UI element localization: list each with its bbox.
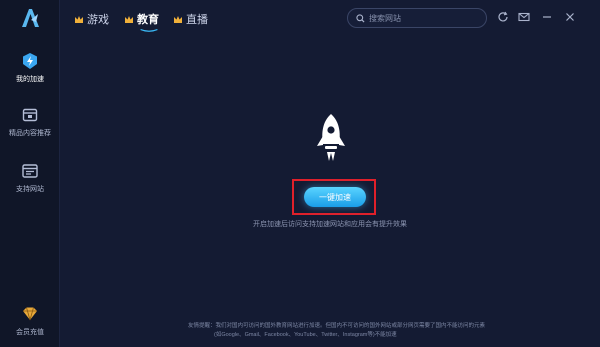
tab-games[interactable]: 游戏 xyxy=(74,11,109,27)
sidebar-item-label: 支持网站 xyxy=(16,186,44,193)
main-panel: 一键加速 开启加速后访问支持加速网站和应用会有提升效果 友情提醒：我们对国内可访… xyxy=(60,36,600,347)
one-click-accelerate-button[interactable]: 一键加速 xyxy=(304,187,366,207)
browser-window-icon xyxy=(22,164,38,178)
topbar: 游戏 教育 直播 xyxy=(60,0,600,36)
crown-icon xyxy=(75,15,83,23)
search-icon xyxy=(356,13,365,23)
minimize-icon[interactable] xyxy=(541,11,553,23)
member-recharge-label: 会员充值 xyxy=(16,329,44,336)
diamond-icon xyxy=(23,307,37,321)
notice-line: (如Google、Gmail、Facebook、YouTube、Twitter、… xyxy=(214,332,397,338)
crown-icon xyxy=(125,15,133,23)
crown-icon xyxy=(174,15,182,23)
member-recharge-button[interactable]: 会员充值 xyxy=(0,305,60,337)
sidebar-item-supported-sites[interactable]: 支持网站 xyxy=(0,162,60,194)
mail-icon[interactable] xyxy=(518,11,530,23)
bolt-shield-icon xyxy=(23,53,37,69)
accelerate-tip: 开启加速后访问支持加速网站和应用会有提升效果 xyxy=(253,221,407,228)
logo-icon xyxy=(22,9,39,27)
active-tab-indicator xyxy=(140,29,158,32)
notice-text: 友情提醒：我们对国内可访问的国外教育网站进行加速。但国内不可访问的国外网站或部分… xyxy=(188,322,588,340)
tab-label: 直播 xyxy=(186,14,208,26)
box-icon xyxy=(22,108,38,122)
sidebar-item-featured-content[interactable]: 精品内容推荐 xyxy=(0,106,60,138)
sidebar-item-label: 我的加速 xyxy=(16,76,44,83)
tab-label: 教育 xyxy=(137,14,159,26)
sidebar: 我的加速 精品内容推荐 支持网站 会员充值 xyxy=(0,0,60,347)
sidebar-item-my-acceleration[interactable]: 我的加速 xyxy=(0,46,60,88)
rocket-icon xyxy=(317,114,345,161)
tab-live[interactable]: 直播 xyxy=(173,11,208,27)
tab-label: 游戏 xyxy=(87,14,109,26)
tab-education[interactable]: 教育 xyxy=(124,11,159,32)
search-box[interactable] xyxy=(347,8,487,28)
close-icon[interactable] xyxy=(564,11,576,23)
refresh-icon[interactable] xyxy=(497,11,509,23)
notice-line: 友情提醒：我们对国内可访问的国外教育网站进行加速。但国内不可访问的国外网站或部分… xyxy=(188,323,486,329)
search-input[interactable] xyxy=(369,13,479,23)
sidebar-item-label: 精品内容推荐 xyxy=(9,130,51,137)
